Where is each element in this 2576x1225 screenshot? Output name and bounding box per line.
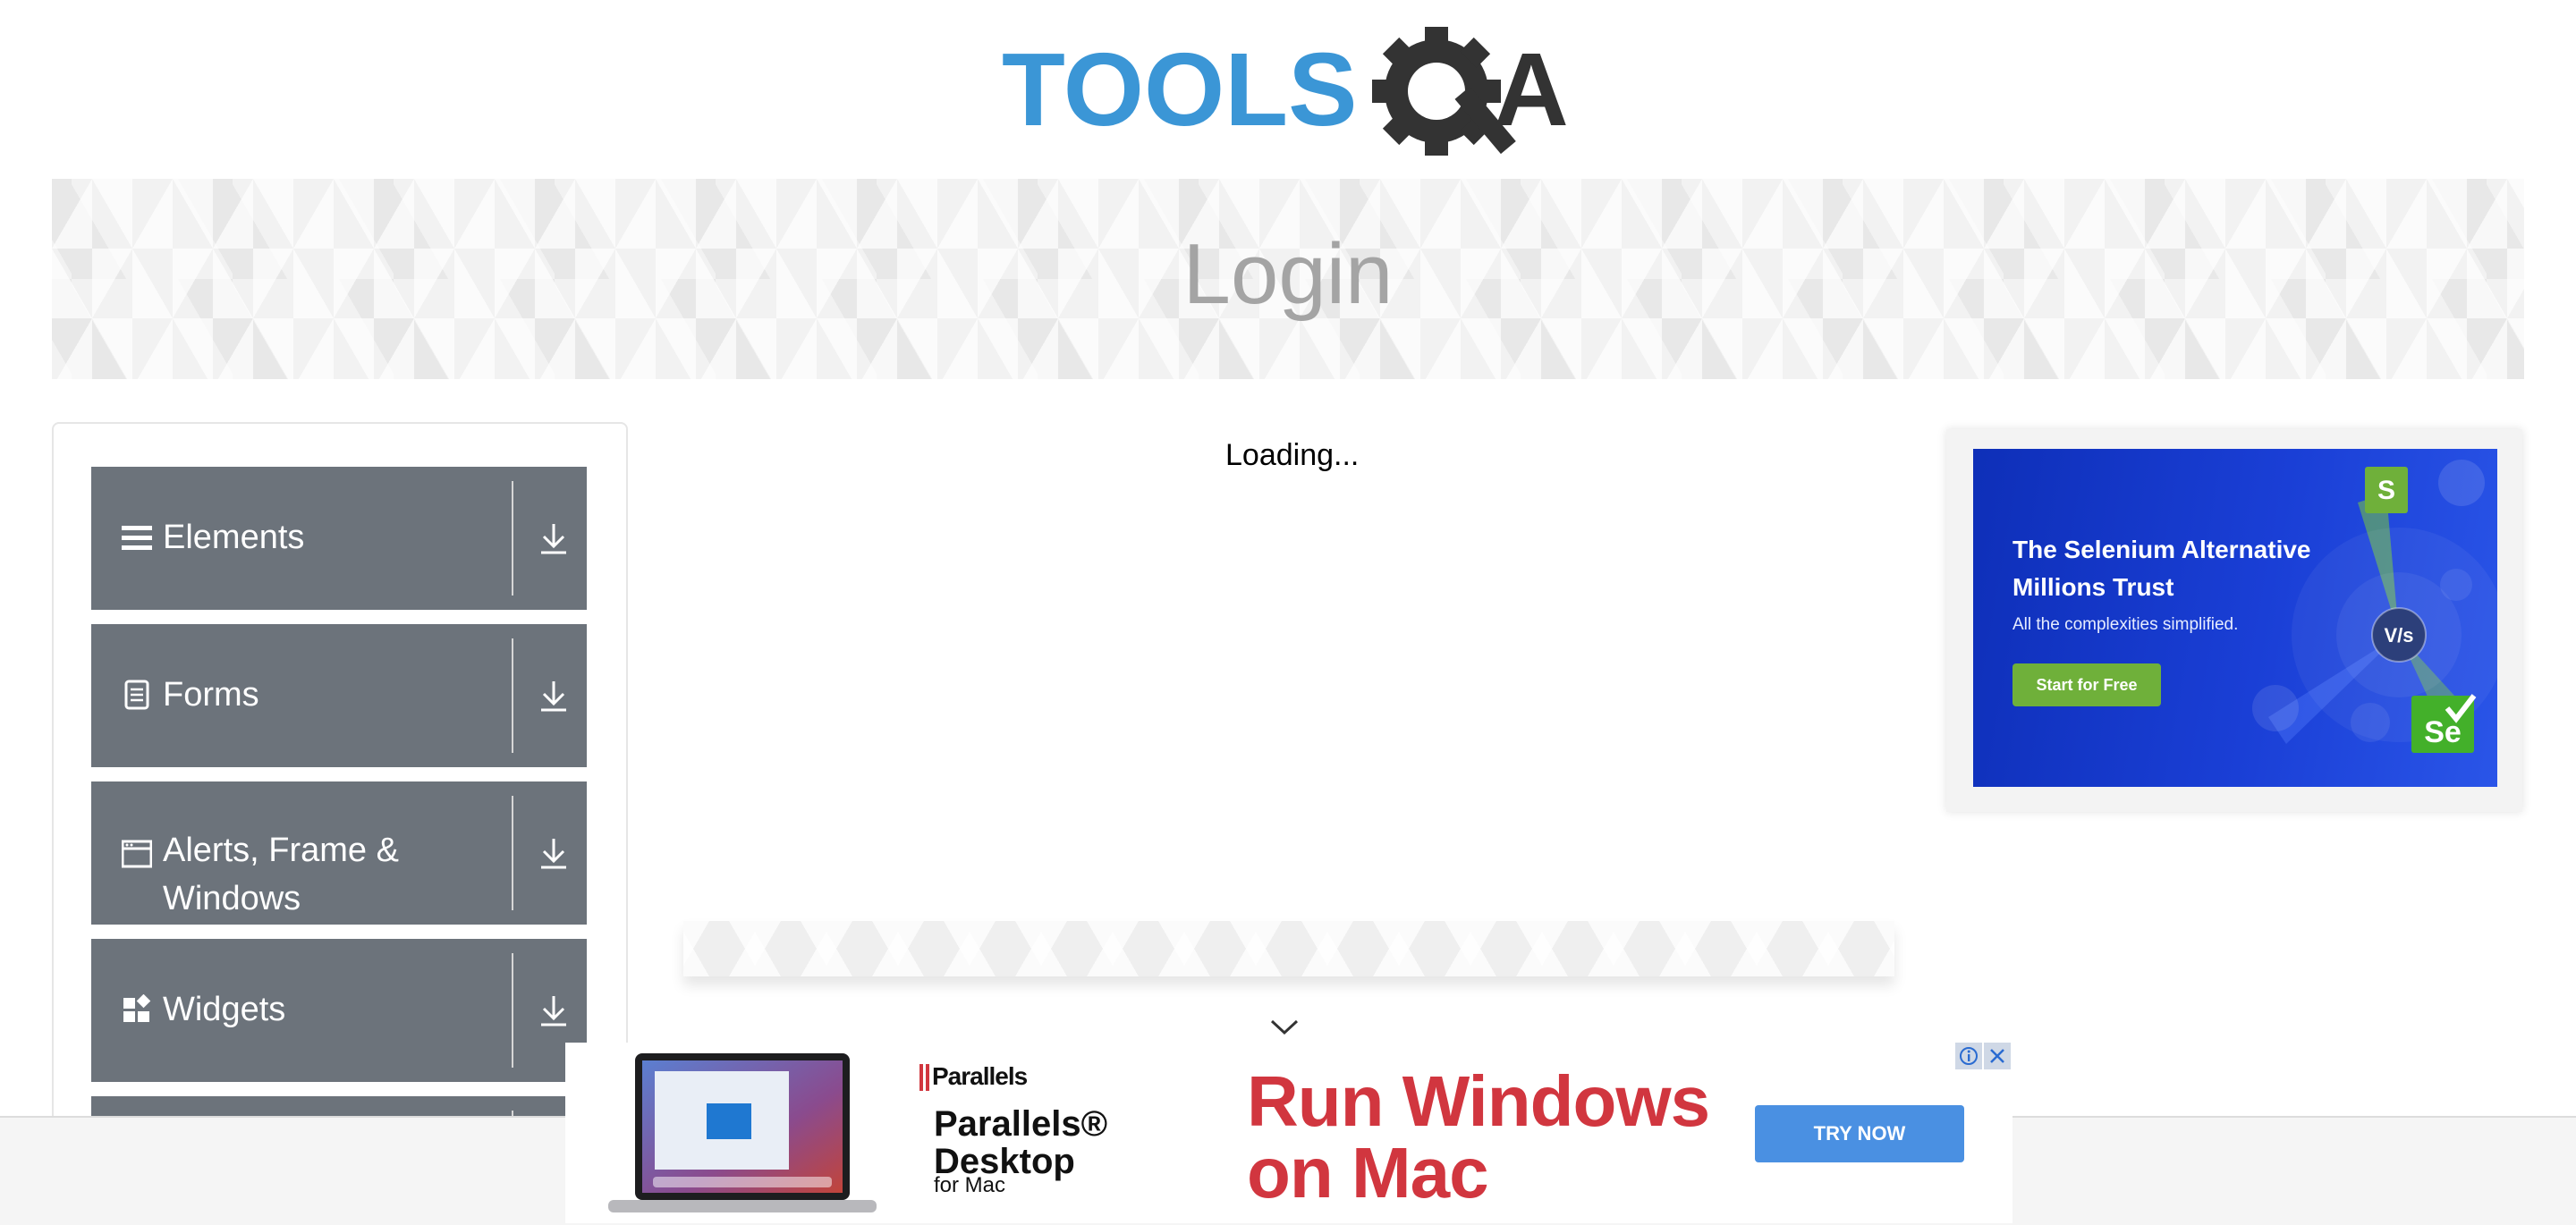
try-now-button[interactable]: TRY NOW — [1755, 1105, 1964, 1162]
sidebar-group-forms[interactable]: Forms — [91, 624, 587, 767]
logo-text-tools: TOOLS — [1002, 31, 1357, 148]
download-arrow-icon[interactable] — [538, 994, 569, 1028]
toolsqa-logo-graphic: TOOLS A — [1002, 27, 1569, 156]
svg-text:S: S — [2377, 476, 2395, 505]
divider — [512, 953, 513, 1068]
logo-text-a: A — [1494, 31, 1569, 148]
sidebar: Elements Forms Alerts, Frame & Windows W… — [52, 422, 628, 1155]
loading-text: Loading... — [1225, 438, 1360, 472]
start-for-free-button[interactable]: Start for Free — [2012, 663, 2161, 706]
parallels-logo-icon — [919, 1064, 929, 1091]
adchoices — [1955, 1043, 2012, 1071]
ad-close-icon[interactable] — [1984, 1043, 2011, 1069]
sidebar-group-label: Elements — [163, 519, 305, 556]
download-arrow-icon[interactable] — [538, 680, 569, 714]
sidebar-group-widgets[interactable]: Widgets — [91, 939, 587, 1082]
download-arrow-icon[interactable] — [538, 522, 569, 556]
hamburger-icon — [122, 526, 152, 550]
divider — [512, 638, 513, 753]
ad-info-icon[interactable] — [1955, 1043, 1982, 1069]
parallels-brand: Parallels — [932, 1062, 1028, 1090]
sidebar-group-label: Forms — [163, 676, 259, 714]
widgets-icon — [123, 994, 151, 1022]
product-subtitle: for Mac — [934, 1173, 1006, 1197]
toolsqa-logo[interactable]: TOOLS A — [1000, 27, 1583, 163]
page-title: Login — [1182, 226, 1394, 322]
svg-text:V/s: V/s — [2384, 624, 2413, 646]
ad-placeholder-strip — [683, 921, 1894, 976]
sidebar-group-alerts-frame-windows[interactable]: Alerts, Frame & Windows — [91, 781, 587, 925]
sidebar-group-elements[interactable]: Elements — [91, 467, 587, 610]
divider — [512, 796, 513, 910]
product-name: Parallels® Desktop — [934, 1104, 1108, 1181]
chevron-down-icon[interactable] — [1268, 1018, 1301, 1037]
page-banner: Login — [52, 179, 2524, 379]
window-icon — [122, 840, 152, 868]
ad-headline: The Selenium Alternative Millions Trust — [2012, 536, 2311, 601]
ad-main-headline: Run Windows on Mac — [1247, 1061, 1710, 1212]
document-icon — [124, 680, 149, 710]
right-ad[interactable]: S V/s Se The Selenium Alternative Millio… — [1973, 449, 2497, 787]
ad-subtext: All the complexities simplified. — [2012, 615, 2239, 634]
divider — [512, 481, 513, 596]
laptop-image — [608, 1053, 877, 1212]
download-arrow-icon[interactable] — [538, 837, 569, 871]
bottom-ad[interactable]: Parallels Parallels® Desktop for Mac Run… — [565, 1043, 2012, 1223]
sidebar-group-label: Alerts, Frame & Windows — [163, 832, 399, 917]
sidebar-group-label: Widgets — [163, 991, 286, 1028]
